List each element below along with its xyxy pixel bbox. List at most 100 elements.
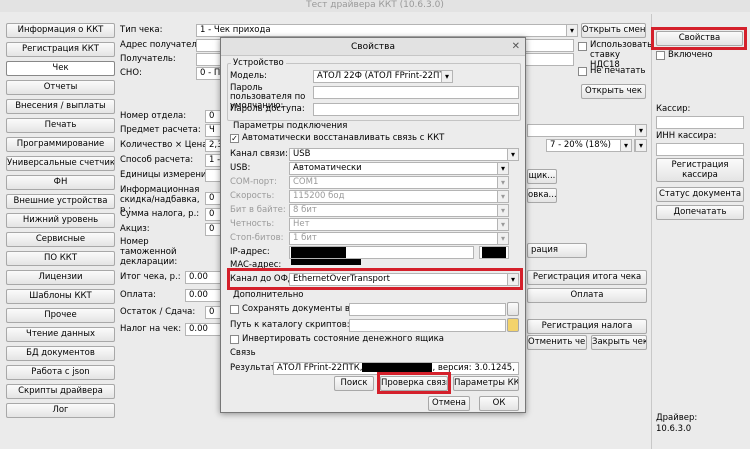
result-label: Результат: (230, 363, 279, 373)
usb-label: USB: (230, 163, 251, 173)
cancel-check-button[interactable]: Отменить чек (527, 335, 587, 350)
nav-item-7[interactable]: Универсальные счетчики (6, 156, 115, 171)
model-select[interactable]: АТОЛ 22Ф (АТОЛ FPrint-22ПТК) (313, 70, 453, 83)
mac-redacted (291, 259, 361, 265)
nav-item-14[interactable]: Шаблоны ККТ (6, 289, 115, 304)
subject-select-tail[interactable] (527, 124, 647, 137)
rest-label: Остаток / Сдача: (120, 307, 196, 317)
auto-restore-label: Автоматически восстанавливать связь с КК… (242, 133, 445, 143)
nav-item-18[interactable]: Работа с json (6, 365, 115, 380)
cancel-button[interactable]: Отмена (428, 396, 470, 411)
subject-label: Предмет расчета: (120, 125, 201, 135)
inn-input[interactable] (656, 143, 744, 156)
save-docs-path[interactable] (349, 303, 506, 316)
reg-cashier-button[interactable]: Регистрация кассира (656, 158, 744, 182)
nav-item-0[interactable]: Информация о ККТ (6, 23, 115, 38)
method-label: Способ расчета: (120, 155, 194, 165)
serial-redacted (362, 363, 433, 372)
nav-item-11[interactable]: Сервисные (6, 232, 115, 247)
invert-checkbox[interactable] (230, 335, 239, 344)
access-pw-label: Пароль доступа: (230, 104, 305, 114)
open-shift-button[interactable]: Открыть смену (581, 23, 646, 38)
nav-item-8[interactable]: ФН (6, 175, 115, 190)
properties-dialog: Свойства ✕ Устройство Модель: АТОЛ 22Ф (… (220, 37, 526, 413)
usb-select[interactable]: Автоматически (289, 162, 509, 175)
nav-item-3[interactable]: Отчеты (6, 80, 115, 95)
partial-button-2[interactable]: овка... (527, 188, 557, 203)
excise-label: Акциз: (120, 224, 150, 234)
extra-group-title: Дополнительно (231, 290, 306, 300)
qty-label: Количество × Цена: (120, 140, 211, 150)
bits-select[interactable]: 8 бит (289, 204, 509, 217)
payment-input[interactable]: 0.00 (185, 289, 223, 302)
nav-item-10[interactable]: Нижний уровень (6, 213, 115, 228)
nav-item-6[interactable]: Программирование (6, 137, 115, 152)
total-label: Итог чека, р.: (120, 272, 181, 282)
dept-label: Номер отдела: (120, 111, 187, 121)
reg-tax-button[interactable]: Регистрация налога (527, 319, 647, 334)
parity-select[interactable]: Нет (289, 218, 509, 231)
scripts-path[interactable] (349, 319, 506, 332)
tax-rate-spin[interactable] (634, 139, 647, 152)
com-label: COM-порт: (230, 177, 277, 187)
bits-label: Бит в байте: (230, 205, 286, 215)
nav-item-20[interactable]: Лог (6, 403, 115, 418)
stop-select[interactable]: 1 бит (289, 232, 509, 245)
nav-item-4[interactable]: Внесения / выплаты (6, 99, 115, 114)
inn-label: ИНН кассира: (656, 131, 717, 141)
pay-button[interactable]: Оплата (527, 288, 647, 303)
cut-button[interactable]: Допечатать (656, 205, 744, 220)
user-pw-input[interactable] (313, 86, 519, 99)
tax-check-label: Налог на чек: (120, 324, 182, 334)
save-docs-checkbox[interactable] (230, 305, 239, 314)
speed-label: Скорость: (230, 191, 275, 201)
tax-check-input[interactable]: 0.00 (185, 323, 223, 336)
reg-total-button[interactable]: Регистрация итога чека (527, 270, 647, 285)
payment-label: Оплата: (120, 290, 156, 300)
nds18-checkbox[interactable] (578, 42, 587, 51)
nav-item-15[interactable]: Прочее (6, 308, 115, 323)
partial-button-1[interactable]: щик... (527, 169, 557, 184)
ok-button[interactable]: ОК (479, 396, 519, 411)
folder-open-icon[interactable] (507, 318, 519, 332)
highlight-ofd (227, 268, 523, 290)
nav-item-5[interactable]: Печать (6, 118, 115, 133)
nav-item-16[interactable]: Чтение данных (6, 327, 115, 342)
search-button[interactable]: Поиск (334, 376, 374, 391)
doc-status-button[interactable]: Статус документа (656, 187, 744, 202)
enabled-checkbox[interactable] (656, 51, 665, 60)
tax-rate-select[interactable]: 7 - 20% (18%) (546, 139, 632, 152)
kkt-params-button[interactable]: Параметры ККТ (453, 376, 519, 391)
channel-select[interactable]: USB (289, 148, 519, 161)
nav-item-17[interactable]: БД документов (6, 346, 115, 361)
units-label: Единицы измерения: (120, 170, 215, 180)
partial-button-3[interactable]: рация (527, 243, 587, 258)
open-check-button[interactable]: Открыть чек (581, 84, 646, 99)
scripts-label: Путь к каталогу скриптов: (230, 320, 350, 330)
close-check-button[interactable]: Закрыть чек (591, 335, 647, 350)
nav-item-19[interactable]: Скрипты драйвера (6, 384, 115, 399)
ip-label: IP-адрес: (230, 247, 270, 257)
com-select[interactable]: COM1 (289, 176, 509, 189)
total-input[interactable]: 0.00 (185, 271, 223, 284)
close-icon[interactable]: ✕ (512, 41, 520, 52)
address-label: Адрес получателя: (120, 40, 205, 50)
highlight-check-connection (377, 372, 451, 394)
nav-item-12[interactable]: ПО ККТ (6, 251, 115, 266)
no-print-checkbox[interactable] (578, 67, 587, 76)
access-pw-input[interactable] (313, 103, 519, 116)
cashier-input[interactable] (656, 116, 744, 129)
nav-item-13[interactable]: Лицензии (6, 270, 115, 285)
ip-redacted (291, 247, 346, 258)
nav-item-9[interactable]: Внешние устройства (6, 194, 115, 209)
nav-item-2[interactable]: Чек (6, 61, 115, 76)
speed-select[interactable]: 115200 бод (289, 190, 509, 203)
type-label: Тип чека: (120, 25, 163, 35)
auto-restore-checkbox[interactable]: ✓ (230, 134, 239, 143)
invert-label: Инвертировать состояние денежного ящика (242, 334, 444, 344)
folder-icon[interactable] (507, 302, 519, 316)
type-select[interactable]: 1 - Чек прихода (196, 24, 578, 37)
driver-version: 10.6.3.0 (656, 424, 692, 434)
conn-group-title: Параметры подключения (231, 121, 350, 131)
nav-item-1[interactable]: Регистрация ККТ (6, 42, 115, 57)
